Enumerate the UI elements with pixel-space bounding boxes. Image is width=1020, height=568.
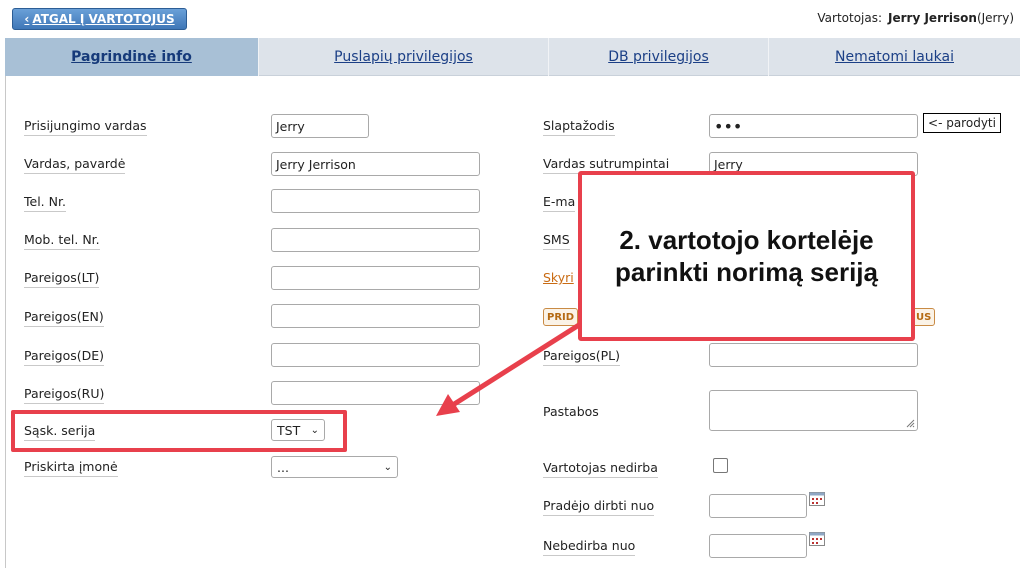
position-en-label: Pareigos(EN) — [24, 309, 104, 327]
notes-label: Pastabos — [543, 404, 599, 419]
user-name: Jerry Jerrison — [888, 11, 977, 25]
invoice-series-label: Sąsk. serija — [24, 423, 96, 441]
start-date-input[interactable] — [709, 494, 807, 518]
invoice-series-value: TST — [277, 422, 301, 438]
back-button-label: ATGAL Į VARTOTOJUS — [32, 12, 175, 26]
show-password-button[interactable]: <- parodyti — [923, 113, 1001, 133]
tab-hidden-fields[interactable]: Nematomi laukai — [769, 38, 1020, 76]
tab-db-privileges[interactable]: DB privilegijos — [549, 38, 769, 76]
user-prefix: Vartotojas: — [817, 11, 883, 25]
annotation-callout: 2. vartotojo kortelėje parinkti norimą s… — [578, 171, 915, 341]
start-date-label: Pradėjo dirbti nuo — [543, 498, 655, 516]
position-de-input[interactable] — [271, 343, 480, 367]
mob-label: Mob. tel. Nr. — [24, 232, 100, 250]
tab-bar: Pagrindinė info Puslapių privilegijos DB… — [5, 38, 1020, 76]
company-value: ... — [277, 459, 289, 475]
calendar-icon[interactable] — [809, 532, 825, 546]
tab-page-privileges[interactable]: Puslapių privilegijos — [259, 38, 549, 76]
end-date-input[interactable] — [709, 534, 807, 558]
user-login: (Jerry) — [976, 11, 1014, 25]
position-de-label: Pareigos(DE) — [24, 348, 105, 366]
tab-main-info[interactable]: Pagrindinė info — [5, 38, 259, 76]
chevron-left-icon: ‹ — [24, 12, 30, 26]
invoice-series-select[interactable]: TST ⌄ — [271, 419, 325, 441]
chevron-down-icon: ⌄ — [310, 424, 319, 436]
position-lt-input[interactable] — [271, 266, 480, 290]
mob-input[interactable] — [271, 228, 480, 252]
back-to-users-button[interactable]: ‹ ATGAL Į VARTOTOJUS — [12, 8, 187, 30]
position-ru-input[interactable] — [271, 381, 480, 405]
notes-textarea[interactable] — [709, 390, 918, 431]
chevron-down-icon: ⌄ — [383, 461, 392, 473]
position-ru-label: Pareigos(RU) — [24, 386, 105, 404]
callout-line-1: 2. vartotojo kortelėje — [619, 224, 874, 255]
full-name-input[interactable]: Jerry Jerrison — [271, 152, 480, 176]
departments-link[interactable]: Skyri — [543, 270, 574, 285]
password-input[interactable]: ••• — [709, 114, 918, 138]
sms-label: SMS — [543, 232, 570, 250]
password-label: Slaptažodis — [543, 118, 615, 136]
position-pl-input[interactable] — [709, 343, 918, 367]
content-border — [5, 76, 6, 568]
end-date-label: Nebedirba nuo — [543, 538, 636, 556]
tel-input[interactable] — [271, 189, 480, 213]
remove-button-partial[interactable]: US — [912, 308, 936, 326]
position-pl-label: Pareigos(PL) — [543, 348, 621, 366]
company-select[interactable]: ... ⌄ — [271, 456, 398, 478]
login-label: Prisijungimo vardas — [24, 118, 147, 136]
callout-line-2: parinkti norimą seriją — [615, 257, 878, 287]
company-label: Priskirta įmonė — [24, 459, 118, 477]
calendar-icon[interactable] — [809, 492, 825, 506]
full-name-label: Vardas, pavardė — [24, 156, 126, 174]
tel-label: Tel. Nr. — [24, 194, 66, 212]
add-button-partial[interactable]: PRID — [543, 308, 579, 326]
email-label: E-ma — [543, 194, 576, 212]
top-bar: ‹ ATGAL Į VARTOTOJUS Vartotojas: Jerry Je… — [0, 0, 1020, 38]
inactive-checkbox[interactable] — [713, 458, 728, 473]
inactive-label: Vartotojas nedirba — [543, 460, 658, 478]
login-input[interactable]: Jerry — [271, 114, 369, 138]
position-en-input[interactable] — [271, 304, 480, 328]
position-lt-label: Pareigos(LT) — [24, 270, 100, 288]
resize-grip-icon[interactable] — [905, 418, 915, 428]
current-user-info: Vartotojas: Jerry Jerrison(Jerry) — [817, 11, 1014, 25]
